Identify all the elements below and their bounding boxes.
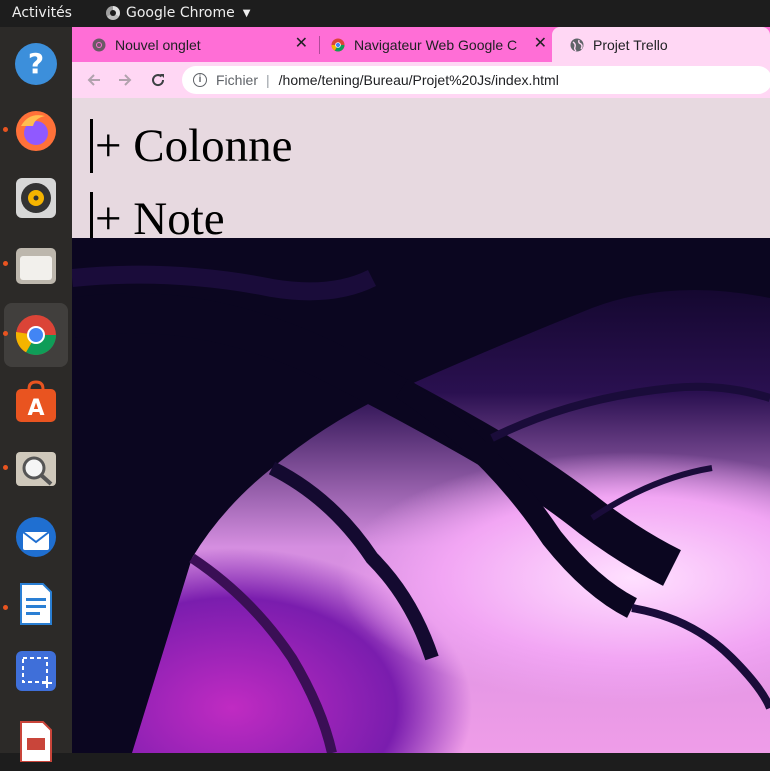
dock-item-screenshot[interactable] xyxy=(4,639,68,703)
tab-projet-trello[interactable]: Projet Trello xyxy=(552,27,770,62)
running-indicator xyxy=(3,127,8,132)
writer-icon xyxy=(20,583,52,625)
dock-item-firefox[interactable] xyxy=(4,99,68,163)
help-icon: ? xyxy=(15,43,57,85)
tab-chrome-web[interactable]: Navigateur Web Google C ✕ xyxy=(311,27,557,62)
back-button[interactable] xyxy=(82,68,106,92)
dock-item-writer[interactable] xyxy=(4,572,68,636)
tab-title: Nouvel onglet xyxy=(115,36,201,53)
svg-text:?: ? xyxy=(28,47,44,80)
close-icon[interactable]: ✕ xyxy=(295,35,308,53)
forward-button[interactable] xyxy=(113,68,137,92)
tab-title: Projet Trello xyxy=(593,36,668,53)
address-bar[interactable]: i Fichier | /home/tening/Bureau/Projet%2… xyxy=(182,66,770,94)
dock-item-software[interactable]: A xyxy=(4,370,68,434)
screenshot-icon xyxy=(16,651,56,691)
tab-new-tab[interactable]: Nouvel onglet ✕ xyxy=(72,27,318,62)
dock-item-rhythmbox[interactable] xyxy=(4,166,68,230)
dock-item-image-viewer[interactable] xyxy=(4,437,68,501)
dock: ? A xyxy=(0,27,72,762)
chrome-icon xyxy=(16,315,56,355)
firefox-icon xyxy=(16,111,56,151)
page-content: + Colonne + Note xyxy=(72,98,770,753)
files-icon xyxy=(16,248,56,284)
add-column-button[interactable]: + Colonne xyxy=(90,119,293,173)
impress-icon xyxy=(20,721,52,762)
chrome-icon xyxy=(331,38,345,51)
address-url: /home/tening/Bureau/Projet%20Js/index.ht… xyxy=(278,72,559,88)
reload-button[interactable] xyxy=(146,68,170,92)
background-image xyxy=(72,238,770,753)
activities-button[interactable]: Activités xyxy=(12,5,72,21)
app-menu[interactable]: Google Chrome ▼ xyxy=(106,5,250,21)
dock-item-files[interactable] xyxy=(4,233,68,297)
running-indicator xyxy=(3,465,8,470)
arrow-right-icon xyxy=(119,74,132,86)
close-icon[interactable]: ✕ xyxy=(534,35,547,53)
running-indicator xyxy=(3,605,8,610)
globe-icon xyxy=(570,38,584,51)
thunderbird-icon xyxy=(16,517,56,557)
dock-item-impress[interactable] xyxy=(4,707,68,771)
tab-title: Navigateur Web Google C xyxy=(354,36,518,53)
toolbar: i Fichier | /home/tening/Bureau/Projet%2… xyxy=(72,62,770,98)
svg-text:A: A xyxy=(27,396,44,421)
browser-window: Nouvel onglet ✕ Navigateur Web Google C … xyxy=(72,27,770,753)
chrome-icon xyxy=(106,6,120,20)
tree-branches-image xyxy=(72,238,770,753)
rhythmbox-icon xyxy=(16,178,56,218)
address-scheme: Fichier xyxy=(216,72,259,88)
dock-item-thunderbird[interactable] xyxy=(4,505,68,569)
chrome-icon xyxy=(92,38,106,51)
address-separator: | xyxy=(266,72,270,88)
arrow-left-icon xyxy=(87,74,100,86)
image-viewer-icon xyxy=(16,452,56,486)
running-indicator xyxy=(3,261,8,266)
software-icon: A xyxy=(16,380,56,422)
dock-item-chrome[interactable] xyxy=(4,303,68,367)
tab-strip: Nouvel onglet ✕ Navigateur Web Google C … xyxy=(72,27,770,62)
page-header: + Colonne + Note xyxy=(72,98,770,246)
app-menu-label: Google Chrome xyxy=(126,5,235,21)
reload-icon xyxy=(152,74,165,87)
dock-item-help[interactable]: ? xyxy=(4,32,68,96)
info-icon[interactable]: i xyxy=(193,73,207,87)
top-bar: Activités Google Chrome ▼ xyxy=(0,0,770,27)
running-indicator xyxy=(3,331,8,336)
caret-down-icon: ▼ xyxy=(242,7,251,19)
